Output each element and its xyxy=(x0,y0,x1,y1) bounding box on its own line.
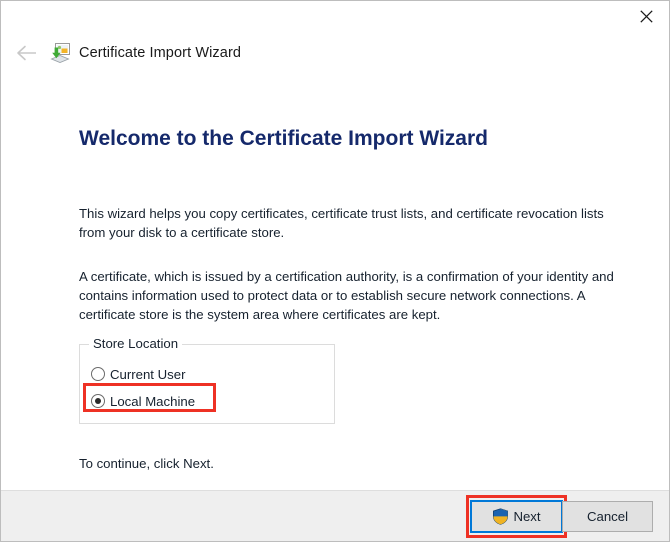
cancel-button-label: Cancel xyxy=(586,508,629,524)
radio-local-machine-indicator xyxy=(91,394,105,408)
intro-paragraph: This wizard helps you copy certificates,… xyxy=(79,206,604,240)
wizard-header: Certificate Import Wizard xyxy=(1,34,669,72)
uac-shield-icon xyxy=(492,507,509,525)
radio-local-machine-label: Local Machine xyxy=(110,393,196,409)
next-button[interactable]: Next xyxy=(470,499,563,533)
description-paragraph: A certificate, which is issued by a cert… xyxy=(79,269,614,322)
wizard-footer: Next Cancel xyxy=(1,490,669,541)
store-location-legend: Store Location xyxy=(89,336,183,351)
continue-instruction: To continue, click Next. xyxy=(79,456,214,471)
radio-current-user[interactable]: Current User xyxy=(91,364,185,384)
radio-current-user-indicator xyxy=(91,367,105,381)
radio-current-user-label: Current User xyxy=(110,366,186,382)
next-button-wrapper: Next xyxy=(466,494,567,538)
wizard-content: Welcome to the Certificate Import Wizard… xyxy=(1,72,669,490)
certificate-import-icon xyxy=(49,42,71,64)
close-icon xyxy=(639,10,653,23)
certificate-import-wizard-window: Certificate Import Wizard Welcome to the… xyxy=(0,0,670,542)
arrow-left-icon xyxy=(17,45,36,61)
page-title: Welcome to the Certificate Import Wizard xyxy=(79,127,488,150)
next-button-label: Next xyxy=(513,508,541,524)
title-bar xyxy=(1,1,669,34)
back-button[interactable] xyxy=(11,38,43,68)
close-button[interactable] xyxy=(623,1,669,32)
cancel-button[interactable]: Cancel xyxy=(562,500,653,532)
radio-local-machine[interactable]: Local Machine xyxy=(91,391,195,411)
store-location-groupbox: Store Location Current User Local Machin… xyxy=(79,336,335,424)
window-title: Certificate Import Wizard xyxy=(79,45,242,61)
